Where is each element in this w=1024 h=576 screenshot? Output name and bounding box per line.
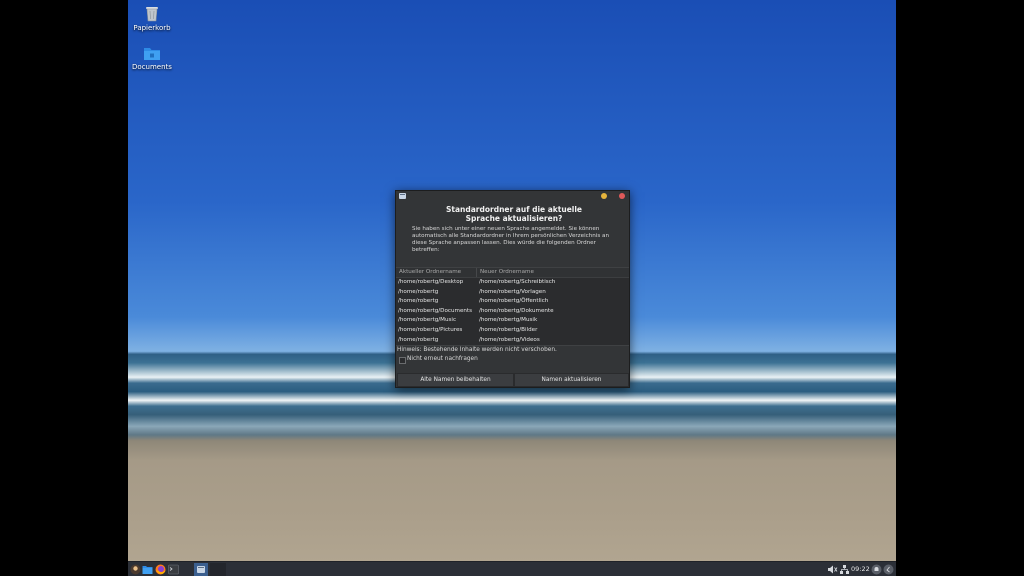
folder-table: Aktueller Ordnername Neuer Ordnername /h…: [396, 267, 629, 346]
update-folders-dialog: Standardordner auf die aktuelle Sprache …: [395, 190, 630, 388]
dialog-description: Sie haben sich unter einer neuen Sprache…: [412, 226, 610, 253]
taskbar: 09:22: [128, 561, 896, 576]
cell-new: /home/robertg/Bilder: [479, 327, 538, 333]
dont-ask-again-label[interactable]: Nicht erneut nachfragen: [407, 356, 478, 362]
update-names-button[interactable]: Namen aktualisieren: [514, 373, 629, 387]
table-row[interactable]: /home/robertg /home/robertg/Videos: [396, 336, 629, 346]
firefox-icon[interactable]: [155, 564, 166, 575]
trash-icon: [146, 7, 158, 22]
terminal-icon[interactable]: [168, 564, 179, 575]
heading-line-1: Standardordner auf die aktuelle: [445, 205, 583, 214]
cell-current: /home/robertg/Pictures: [398, 327, 463, 333]
taskbar-workspace[interactable]: [210, 563, 226, 576]
cell-current: /home/robertg/Music: [398, 317, 457, 324]
table-row[interactable]: /home/robertg /home/robertg/Öffentlich: [396, 297, 629, 307]
whisker-menu-icon[interactable]: [130, 564, 141, 575]
dialog-heading: Standardordner auf die aktuelle Sprache …: [424, 205, 604, 223]
window-menu-icon[interactable]: [399, 193, 406, 199]
cell-current: /home/robertg: [398, 298, 439, 305]
clock[interactable]: 09:22: [851, 565, 870, 573]
column-header-new[interactable]: Neuer Ordnername: [480, 269, 534, 275]
cell-new: /home/robertg/Videos: [479, 336, 540, 343]
desktop-icon-label: Papierkorb: [133, 24, 171, 32]
file-manager-icon[interactable]: [142, 564, 153, 575]
table-row[interactable]: /home/robertg/Desktop /home/robertg/Schr…: [396, 278, 629, 288]
desktop: Papierkorb Documents Standardordner auf …: [128, 0, 896, 576]
column-separator: [476, 268, 477, 277]
cell-current: /home/robertg: [398, 336, 439, 343]
desktop-icon-label: Documents: [132, 63, 172, 71]
cell-current: /home/robertg: [398, 288, 439, 295]
table-row[interactable]: /home/robertg /home/robertg/Vorlagen: [396, 288, 629, 298]
cell-new: /home/robertg/Öffentlich: [479, 298, 549, 305]
table-row[interactable]: /home/robertg/Documents /home/robertg/Do…: [396, 307, 629, 317]
cell-current: /home/robertg/Desktop: [398, 279, 464, 285]
cell-new: /home/robertg/Musik: [479, 317, 538, 324]
heading-line-2: Sprache aktualisieren?: [465, 214, 563, 223]
cell-new: /home/robertg/Schreibtisch: [479, 279, 556, 285]
cell-current: /home/robertg/Documents: [398, 307, 473, 314]
desktop-icon-trash[interactable]: Papierkorb: [128, 4, 182, 32]
network-icon[interactable]: [839, 564, 850, 575]
desktop-icon-documents[interactable]: Documents: [128, 45, 182, 71]
folder-icon: [144, 48, 160, 60]
cell-new: /home/robertg/Vorlagen: [479, 288, 546, 295]
notification-icon[interactable]: [871, 564, 882, 575]
keep-old-names-button[interactable]: Alte Namen beibehalten: [397, 373, 514, 387]
table-row[interactable]: /home/robertg/Music /home/robertg/Musik: [396, 316, 629, 326]
volume-muted-icon[interactable]: [827, 564, 838, 575]
power-icon[interactable]: [883, 564, 894, 575]
dialog-titlebar[interactable]: [396, 191, 629, 201]
table-row[interactable]: /home/robertg/Pictures /home/robertg/Bil…: [396, 326, 629, 336]
cell-new: /home/robertg/Dokumente: [479, 307, 554, 314]
dialog-note: Hinweis: Bestehende Inhalte werden nicht…: [397, 347, 557, 353]
table-header: Aktueller Ordnername Neuer Ordnername: [396, 268, 629, 278]
dialog-window-icon: [197, 566, 205, 573]
minimize-button[interactable]: [601, 193, 607, 199]
column-header-current[interactable]: Aktueller Ordnername: [399, 269, 461, 275]
dont-ask-again-checkbox[interactable]: [399, 357, 406, 364]
taskbar-window-button[interactable]: [194, 563, 208, 576]
close-button[interactable]: [619, 193, 625, 199]
